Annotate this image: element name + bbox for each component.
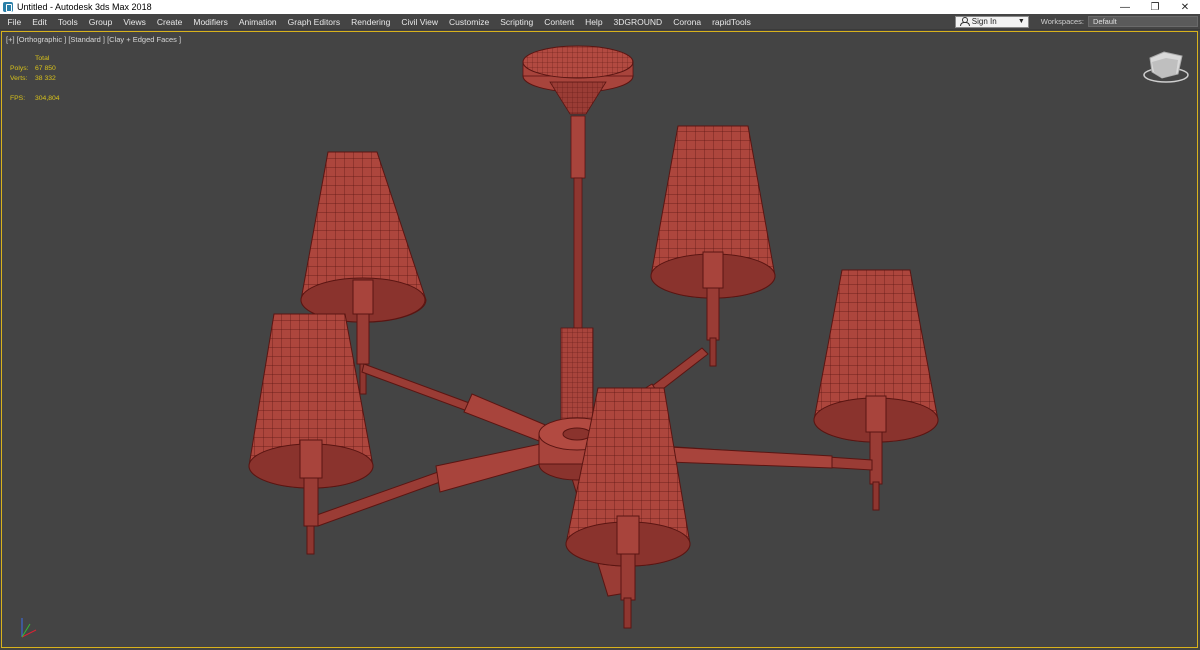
stats-header: Total — [35, 55, 50, 62]
workspaces-label: Workspaces: — [1040, 17, 1084, 26]
axis-gizmo-icon — [21, 618, 37, 638]
polys-label: Polys: — [10, 65, 29, 72]
menu-3dground[interactable]: 3DGROUND — [608, 17, 668, 27]
sign-in-label: Sign In — [971, 17, 997, 26]
viewport-statistics: Total Polys: 67 850 Verts: 38 332 FPS: 3… — [10, 54, 75, 104]
menu-items: File Edit Tools Group Views Create Modif… — [0, 17, 955, 27]
minimize-button[interactable]: — — [1110, 0, 1140, 14]
menu-customize[interactable]: Customize — [444, 17, 495, 27]
sign-in-dropdown[interactable]: Sign In ▼ — [954, 15, 1029, 28]
lamp-shade-top-right — [650, 125, 776, 367]
center-stem — [560, 115, 594, 429]
menu-content[interactable]: Content — [539, 17, 580, 27]
lamp-shade-right — [813, 269, 939, 511]
menu-create[interactable]: Create — [151, 17, 188, 27]
close-button[interactable]: ✕ — [1170, 0, 1200, 14]
menu-rapidtools[interactable]: rapidTools — [707, 17, 757, 27]
fps-value: 304,804 — [35, 95, 60, 102]
menu-corona[interactable]: Corona — [668, 17, 707, 27]
verts-value: 38 332 — [35, 75, 56, 82]
fps-label: FPS: — [10, 95, 26, 102]
ceiling-canopy — [522, 45, 634, 115]
app-icon — [3, 2, 13, 12]
viewport-label[interactable]: [+] [Orthographic ] [Standard ] [Clay + … — [6, 35, 181, 44]
menu-group[interactable]: Group — [83, 17, 118, 27]
chevron-down-icon: ▼ — [1017, 18, 1025, 25]
menu-tools[interactable]: Tools — [52, 17, 83, 27]
menu-scripting[interactable]: Scripting — [495, 17, 539, 27]
lamp-shade-left — [248, 313, 374, 555]
verts-label: Verts: — [10, 75, 28, 82]
menu-file[interactable]: File — [2, 17, 27, 27]
menu-modifiers[interactable]: Modifiers — [188, 17, 233, 27]
polys-value: 67 850 — [35, 65, 56, 72]
title-bar: Untitled - Autodesk 3ds Max 2018 — ❐ ✕ — [0, 0, 1200, 14]
menu-graph-editors[interactable]: Graph Editors — [282, 17, 345, 27]
window-title: Untitled - Autodesk 3ds Max 2018 — [17, 2, 152, 12]
window-controls: — ❐ ✕ — [1110, 0, 1200, 14]
viewcube-icon[interactable] — [1143, 51, 1189, 83]
perspective-viewport[interactable]: [+] [Orthographic ] [Standard ] [Clay + … — [1, 31, 1198, 648]
menu-help[interactable]: Help — [580, 17, 608, 27]
menu-civil-view[interactable]: Civil View — [396, 17, 444, 27]
workspace-select[interactable]: Default — [1088, 16, 1198, 27]
menu-bar: File Edit Tools Group Views Create Modif… — [0, 14, 1200, 30]
menu-rendering[interactable]: Rendering — [346, 17, 396, 27]
restore-button[interactable]: ❐ — [1140, 0, 1170, 14]
menu-edit[interactable]: Edit — [27, 17, 53, 27]
menu-views[interactable]: Views — [118, 17, 152, 27]
user-icon — [959, 17, 970, 26]
chandelier-model — [21, 45, 1189, 638]
menu-animation[interactable]: Animation — [233, 17, 282, 27]
